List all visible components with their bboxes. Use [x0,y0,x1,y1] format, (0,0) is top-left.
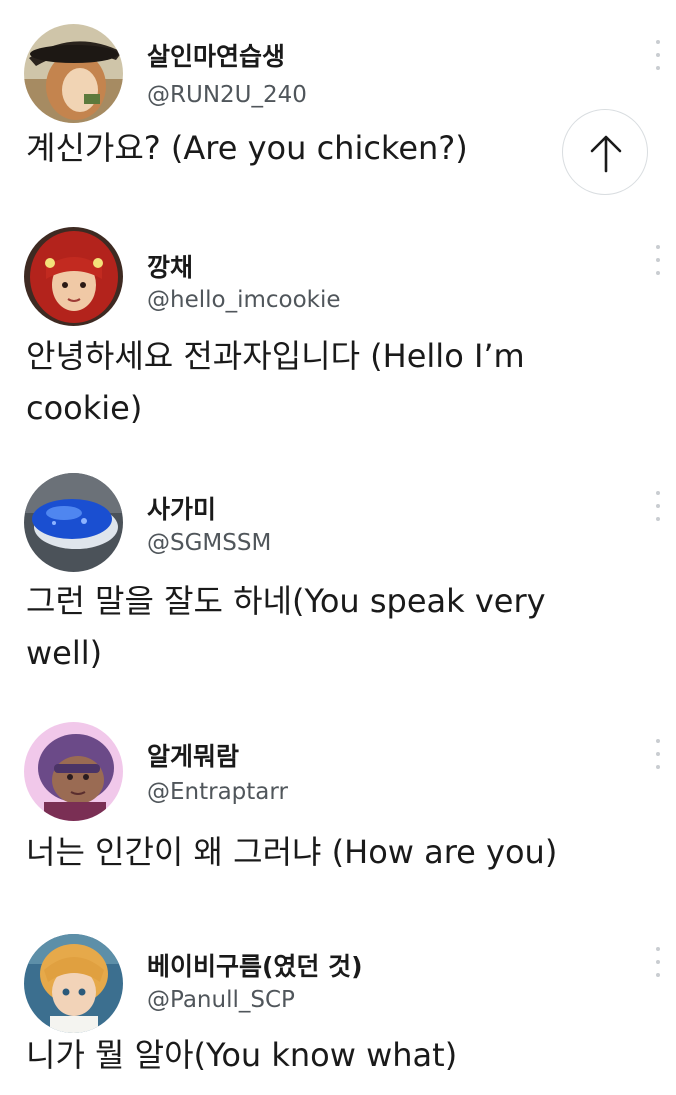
more-options-icon[interactable] [654,491,662,521]
display-name[interactable]: 살인마연습생 [147,37,285,73]
more-options-icon[interactable] [654,40,662,70]
tweet-text: 니가 뭘 알아(You know what) [26,1036,458,1074]
anime-girl-with-hat-avatar-icon [24,24,123,123]
avatar[interactable] [24,934,123,1033]
anime-boy-avatar-icon [24,934,123,1033]
tweet-text: 그런 말을 잘도 하네(You speak very well) [26,582,546,672]
display-name[interactable]: 사가미 [147,490,216,526]
avatar[interactable] [24,227,123,326]
tweet-text: 너는 인간이 왜 그러냐 (How are you) [26,833,558,871]
tweet-text: 안녕하세요 전과자입니다 (Hello I’m cookie) [26,337,525,427]
tweet-text: 계신가요? (Are you chicken?) [26,129,468,167]
user-handle[interactable]: @Entraptarr [147,779,288,805]
user-handle[interactable]: @SGMSSM [147,530,271,556]
purple-haired-cartoon-avatar-icon [24,722,123,821]
tweet-feed: 살인마연습생 @RUN2U_240 계신가요? (Are you chicken… [0,0,676,1095]
red-haired-girl-avatar-icon [24,227,123,326]
more-options-icon[interactable] [654,739,662,769]
more-options-icon[interactable] [654,947,662,977]
avatar[interactable] [24,24,123,123]
blue-sushi-avatar-icon [24,473,123,572]
more-options-icon[interactable] [654,245,662,275]
display-name[interactable]: 알게뭐람 [147,737,239,773]
user-handle[interactable]: @Panull_SCP [147,987,295,1013]
avatar[interactable] [24,722,123,821]
arrow-up-icon [590,135,622,173]
display-name[interactable]: 깡채 [147,248,193,284]
display-name[interactable]: 베이비구름(였던 것) [147,947,363,983]
scroll-to-top-button[interactable] [562,109,648,195]
user-handle[interactable]: @hello_imcookie [147,287,341,313]
avatar[interactable] [24,473,123,572]
user-handle[interactable]: @RUN2U_240 [147,82,307,108]
